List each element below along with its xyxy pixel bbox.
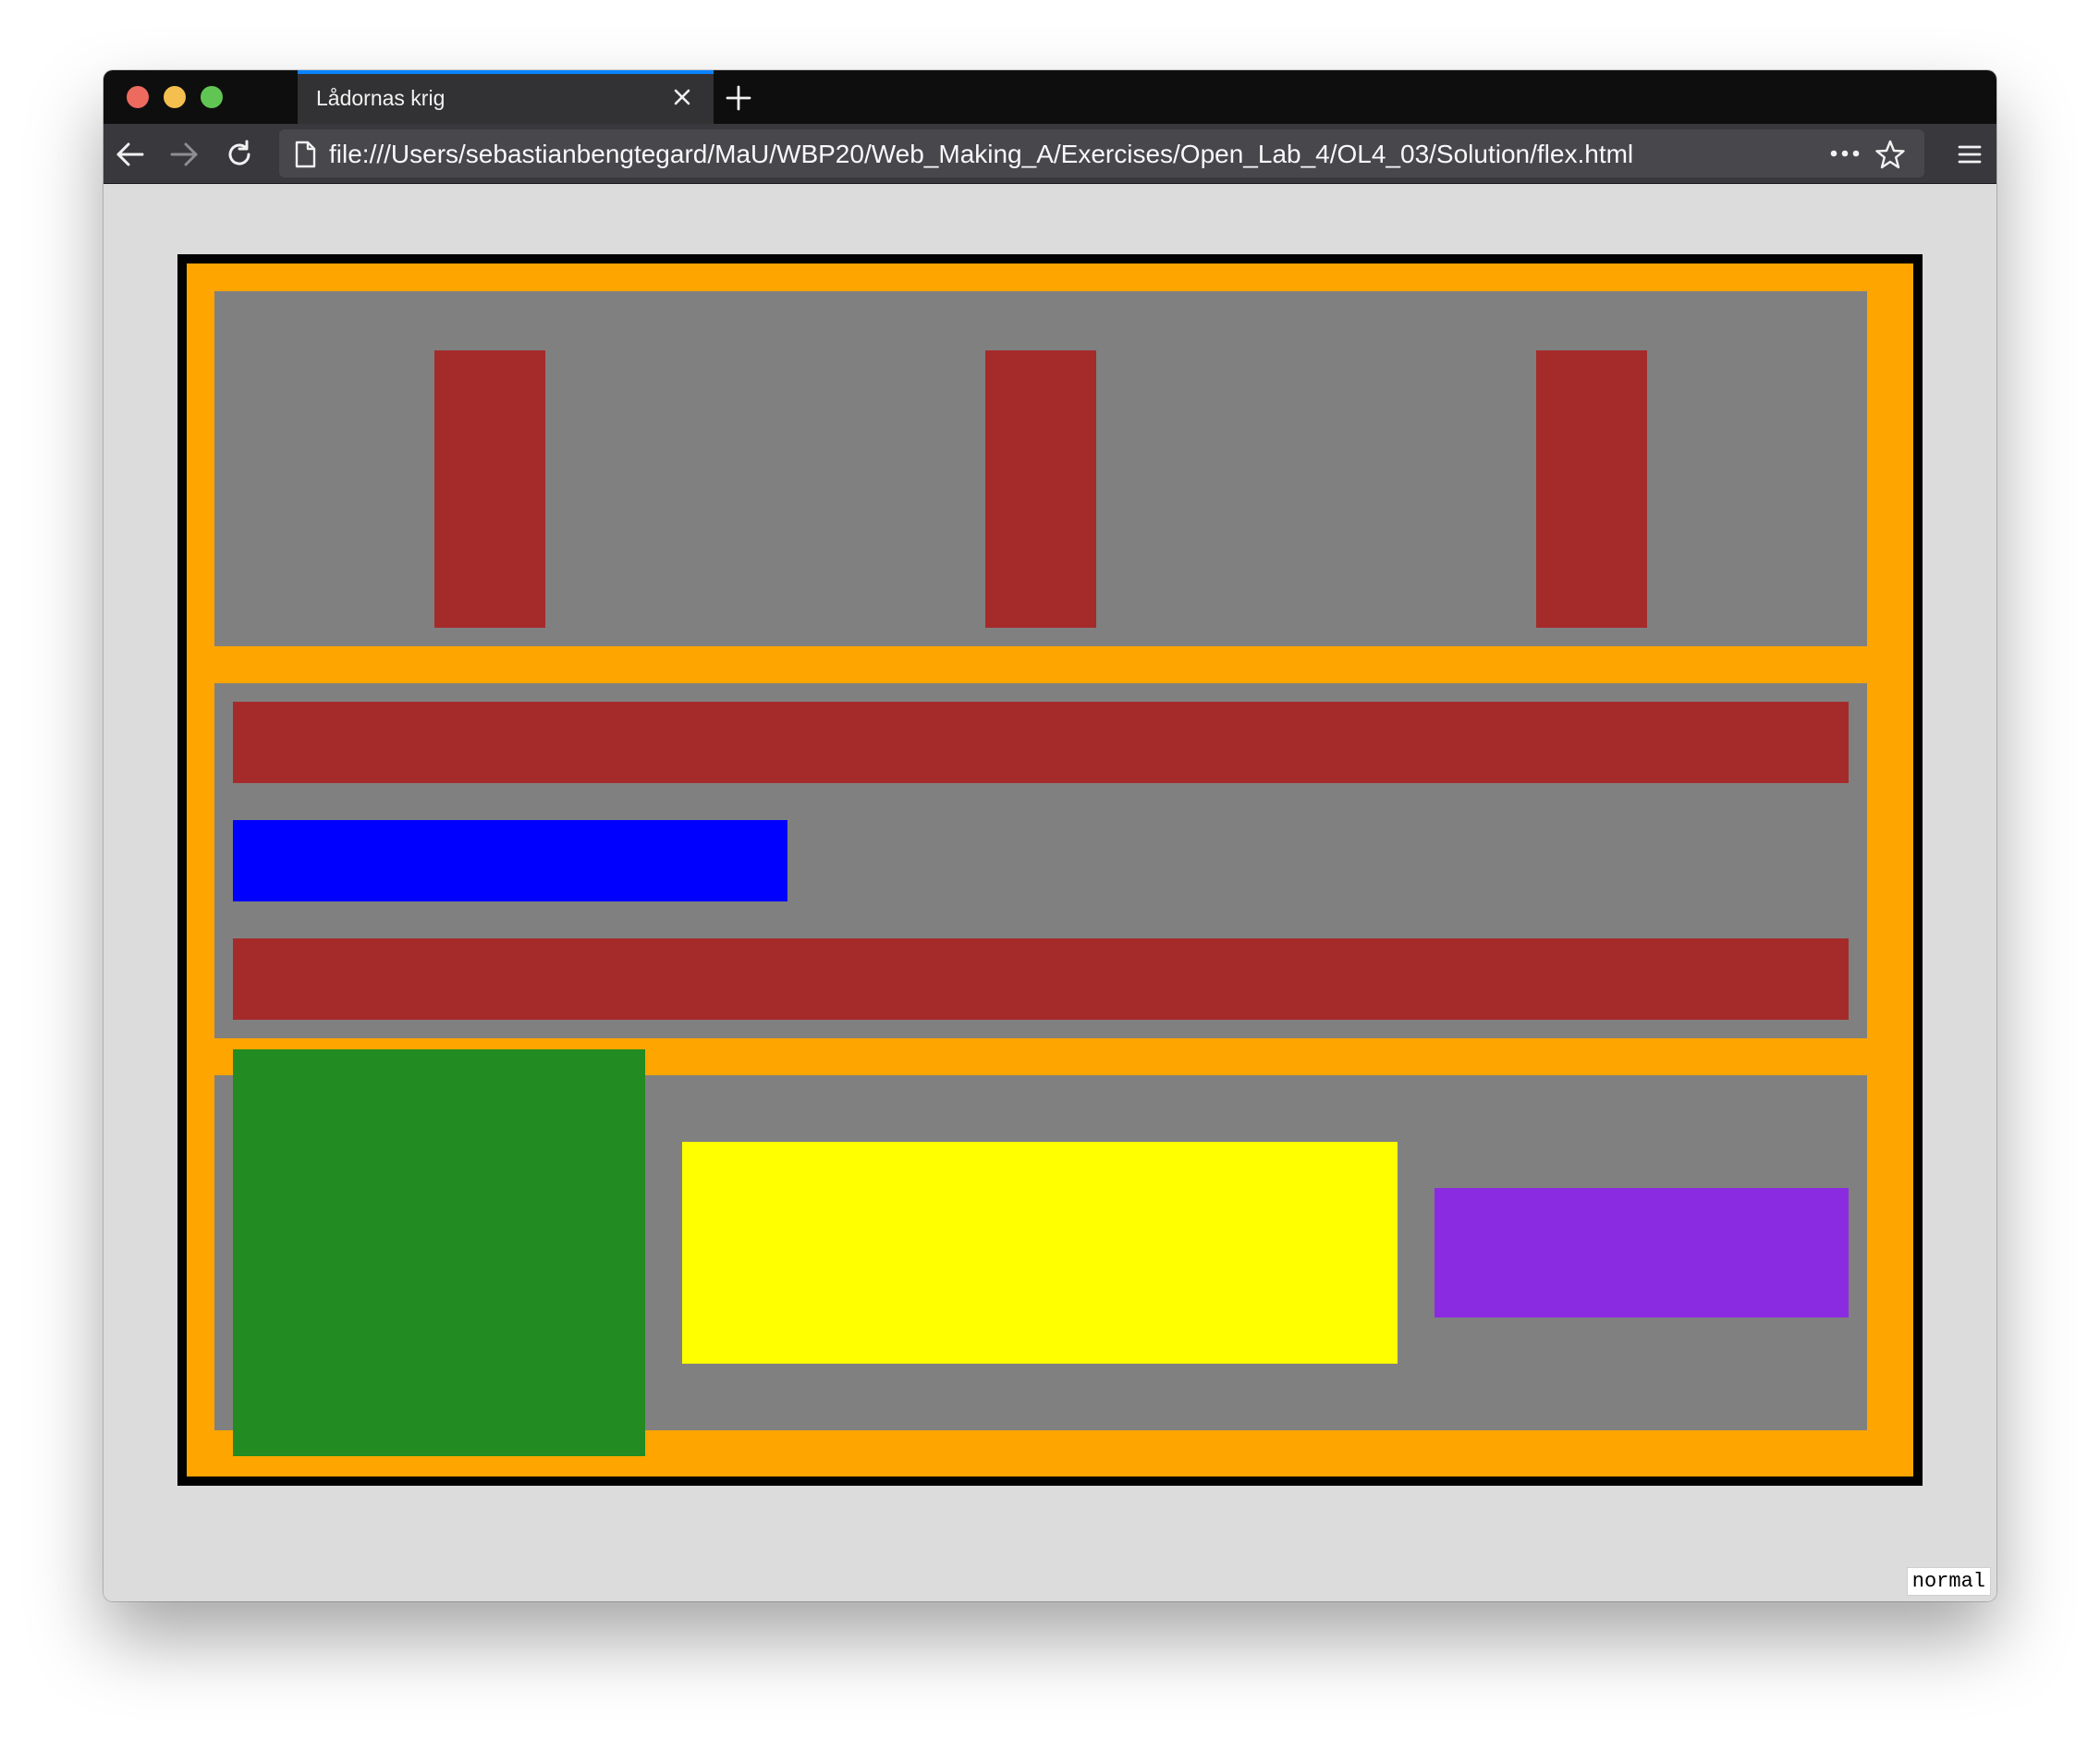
flex-section-2 [214, 683, 1867, 1038]
flex-item [682, 1142, 1398, 1364]
hamburger-menu-icon[interactable] [1956, 141, 1984, 168]
flex-container [177, 254, 1923, 1486]
tab-title: Lådornas krig [316, 86, 446, 110]
browser-window: Lådornas krig file:///Users/sebastianben… [104, 70, 1996, 1601]
maximize-window-icon[interactable] [201, 86, 223, 108]
flex-item [233, 938, 1849, 1020]
tab-active-indicator [298, 70, 714, 74]
flex-section-3 [214, 1049, 1867, 1456]
plus-icon[interactable] [725, 84, 752, 112]
mode-label: normal [1906, 1567, 1991, 1596]
tab-active[interactable]: Lådornas krig [298, 70, 714, 124]
flex-item [1536, 350, 1647, 628]
url-text[interactable]: file:///Users/sebastianbengtegard/MaU/WB… [329, 140, 1633, 169]
close-window-icon[interactable] [127, 86, 149, 108]
close-icon[interactable] [669, 84, 695, 110]
navigation-toolbar: file:///Users/sebastianbengtegard/MaU/WB… [104, 124, 1996, 184]
flex-item [1435, 1188, 1849, 1317]
page-content: normal [104, 184, 1996, 1601]
flex-item [434, 350, 545, 628]
flex-item [985, 350, 1096, 628]
address-bar[interactable]: file:///Users/sebastianbengtegard/MaU/WB… [279, 129, 1924, 178]
flex-item [233, 820, 788, 901]
flex-item [233, 702, 1849, 783]
more-horizontal-icon[interactable] [1828, 142, 1862, 165]
flex-item [233, 1049, 645, 1456]
page-icon [292, 141, 318, 168]
reload-icon[interactable] [224, 139, 255, 170]
star-icon[interactable] [1874, 139, 1906, 170]
tab-bar: Lådornas krig [104, 70, 1996, 124]
minimize-window-icon[interactable] [164, 86, 186, 108]
flex-section-1 [214, 291, 1867, 646]
arrow-right-icon[interactable] [168, 139, 200, 170]
arrow-left-icon[interactable] [115, 139, 146, 170]
